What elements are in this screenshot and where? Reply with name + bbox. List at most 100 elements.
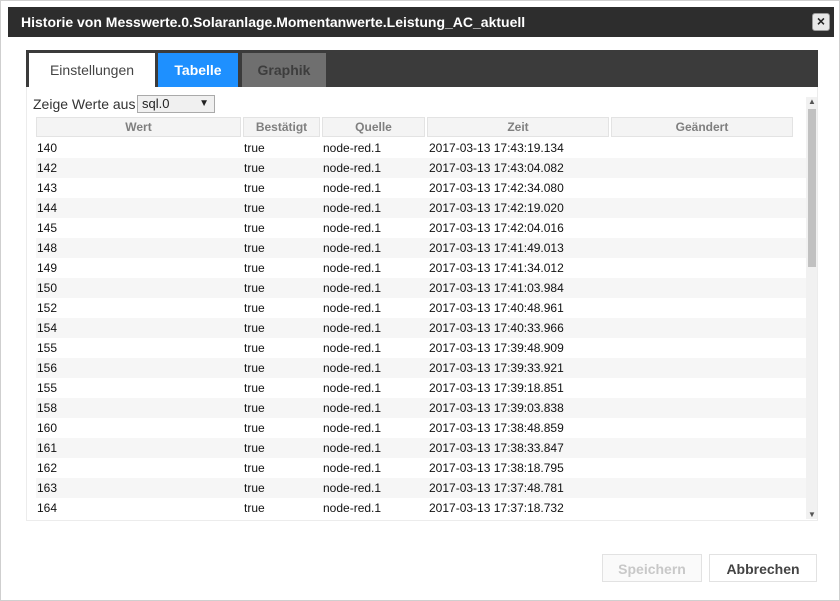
cell-quelle: node-red.1 — [323, 361, 382, 375]
cell-wert: 162 — [37, 461, 58, 475]
cell-wert: 144 — [37, 201, 58, 215]
cell-bestaetigt: true — [244, 161, 265, 175]
cell-wert: 155 — [37, 341, 58, 355]
column-header-bestaetigt[interactable]: Bestätigt — [243, 117, 320, 137]
cell-bestaetigt: true — [244, 221, 265, 235]
table-row[interactable]: 161 true node-red.1 2017-03-13 17:38:33.847 — [36, 438, 806, 458]
cell-quelle: node-red.1 — [323, 241, 382, 255]
tab-graphik[interactable]: Graphik — [242, 53, 326, 87]
table-row[interactable]: 155 true node-red.1 2017-03-13 17:39:48.909 — [36, 338, 806, 358]
cell-zeit: 2017-03-13 17:40:33.966 — [429, 321, 564, 335]
cell-wert: 158 — [37, 401, 58, 415]
cell-zeit: 2017-03-13 17:39:03.838 — [429, 401, 564, 415]
cell-quelle: node-red.1 — [323, 481, 382, 495]
table-row[interactable]: 156 true node-red.1 2017-03-13 17:39:33.921 — [36, 358, 806, 378]
table-row[interactable]: 143 true node-red.1 2017-03-13 17:42:34.080 — [36, 178, 806, 198]
cell-zeit: 2017-03-13 17:43:04.082 — [429, 161, 564, 175]
cell-bestaetigt: true — [244, 421, 265, 435]
cell-quelle: node-red.1 — [323, 441, 382, 455]
table-row[interactable]: 149 true node-red.1 2017-03-13 17:41:34.012 — [36, 258, 806, 278]
tab-einstellungen[interactable]: Einstellungen — [29, 53, 155, 87]
cell-bestaetigt: true — [244, 361, 265, 375]
cell-zeit: 2017-03-13 17:43:19.134 — [429, 141, 564, 155]
cell-zeit: 2017-03-13 17:41:49.013 — [429, 241, 564, 255]
scroll-down-icon[interactable]: ▼ — [808, 510, 816, 519]
dialog-title: Historie von Messwerte.0.Solaranlage.Mom… — [21, 14, 526, 30]
column-header-quelle[interactable]: Quelle — [322, 117, 425, 137]
table-row[interactable]: 142 true node-red.1 2017-03-13 17:43:04.082 — [36, 158, 806, 178]
cell-wert: 164 — [37, 501, 58, 515]
table-row[interactable]: 152 true node-red.1 2017-03-13 17:40:48.961 — [36, 298, 806, 318]
cell-wert: 154 — [37, 321, 58, 335]
tab-bar: Einstellungen Tabelle Graphik — [26, 50, 818, 87]
cell-quelle: node-red.1 — [323, 501, 382, 515]
cell-quelle: node-red.1 — [323, 141, 382, 155]
scroll-up-icon[interactable]: ▲ — [808, 97, 816, 106]
cell-quelle: node-red.1 — [323, 401, 382, 415]
scrollbar-thumb[interactable] — [808, 109, 816, 267]
cell-wert: 156 — [37, 361, 58, 375]
cell-bestaetigt: true — [244, 441, 265, 455]
source-label: Zeige Werte aus — [33, 96, 136, 112]
cell-wert: 160 — [37, 421, 58, 435]
cell-quelle: node-red.1 — [323, 181, 382, 195]
source-select[interactable]: sql.0 ▼ — [137, 95, 215, 113]
table-row[interactable]: 148 true node-red.1 2017-03-13 17:41:49.013 — [36, 238, 806, 258]
vertical-scrollbar[interactable]: ▲ ▼ — [806, 97, 817, 519]
tab-tabelle[interactable]: Tabelle — [158, 53, 238, 87]
cell-zeit: 2017-03-13 17:38:48.859 — [429, 421, 564, 435]
column-header-wert[interactable]: Wert — [36, 117, 241, 137]
cell-zeit: 2017-03-13 17:42:04.016 — [429, 221, 564, 235]
cell-bestaetigt: true — [244, 261, 265, 275]
cell-zeit: 2017-03-13 17:40:48.961 — [429, 301, 564, 315]
cell-quelle: node-red.1 — [323, 341, 382, 355]
cell-bestaetigt: true — [244, 241, 265, 255]
cell-quelle: node-red.1 — [323, 321, 382, 335]
cancel-button[interactable]: Abbrechen — [709, 554, 817, 582]
cell-zeit: 2017-03-13 17:39:18.851 — [429, 381, 564, 395]
cell-wert: 163 — [37, 481, 58, 495]
cell-bestaetigt: true — [244, 401, 265, 415]
cell-bestaetigt: true — [244, 341, 265, 355]
cell-bestaetigt: true — [244, 181, 265, 195]
table-row[interactable]: 158 true node-red.1 2017-03-13 17:39:03.838 — [36, 398, 806, 418]
cell-wert: 149 — [37, 261, 58, 275]
table-row[interactable]: 140 true node-red.1 2017-03-13 17:43:19.134 — [36, 138, 806, 158]
cell-wert: 152 — [37, 301, 58, 315]
cell-zeit: 2017-03-13 17:42:19.020 — [429, 201, 564, 215]
cell-bestaetigt: true — [244, 381, 265, 395]
cell-quelle: node-red.1 — [323, 421, 382, 435]
table-row[interactable]: 160 true node-red.1 2017-03-13 17:38:48.859 — [36, 418, 806, 438]
cell-zeit: 2017-03-13 17:42:34.080 — [429, 181, 564, 195]
dropdown-arrow-icon: ▼ — [199, 98, 209, 109]
close-icon[interactable]: × — [812, 13, 830, 31]
cell-zeit: 2017-03-13 17:39:48.909 — [429, 341, 564, 355]
cell-quelle: node-red.1 — [323, 281, 382, 295]
dialog-titlebar: Historie von Messwerte.0.Solaranlage.Mom… — [8, 7, 834, 37]
cell-zeit: 2017-03-13 17:38:18.795 — [429, 461, 564, 475]
cell-wert: 142 — [37, 161, 58, 175]
source-row: Zeige Werte aus sql.0 ▼ — [33, 95, 215, 113]
source-select-value: sql.0 — [142, 96, 170, 111]
table-row[interactable]: 162 true node-red.1 2017-03-13 17:38:18.795 — [36, 458, 806, 478]
cell-wert: 148 — [37, 241, 58, 255]
cell-wert: 145 — [37, 221, 58, 235]
cell-bestaetigt: true — [244, 141, 265, 155]
table-row[interactable]: 150 true node-red.1 2017-03-13 17:41:03.984 — [36, 278, 806, 298]
table-row[interactable]: 144 true node-red.1 2017-03-13 17:42:19.020 — [36, 198, 806, 218]
table-row[interactable]: 164 true node-red.1 2017-03-13 17:37:18.732 — [36, 498, 806, 518]
cell-quelle: node-red.1 — [323, 261, 382, 275]
table-row[interactable]: 155 true node-red.1 2017-03-13 17:39:18.851 — [36, 378, 806, 398]
table-row[interactable]: 163 true node-red.1 2017-03-13 17:37:48.781 — [36, 478, 806, 498]
cell-zeit: 2017-03-13 17:38:33.847 — [429, 441, 564, 455]
cell-zeit: 2017-03-13 17:39:33.921 — [429, 361, 564, 375]
cell-quelle: node-red.1 — [323, 201, 382, 215]
table-row[interactable]: 154 true node-red.1 2017-03-13 17:40:33.966 — [36, 318, 806, 338]
table-row[interactable]: 145 true node-red.1 2017-03-13 17:42:04.016 — [36, 218, 806, 238]
column-header-zeit[interactable]: Zeit — [427, 117, 609, 137]
cell-bestaetigt: true — [244, 501, 265, 515]
column-header-geaendert[interactable]: Geändert — [611, 117, 793, 137]
cell-wert: 143 — [37, 181, 58, 195]
cell-zeit: 2017-03-13 17:37:18.732 — [429, 501, 564, 515]
save-button[interactable]: Speichern — [602, 554, 702, 582]
